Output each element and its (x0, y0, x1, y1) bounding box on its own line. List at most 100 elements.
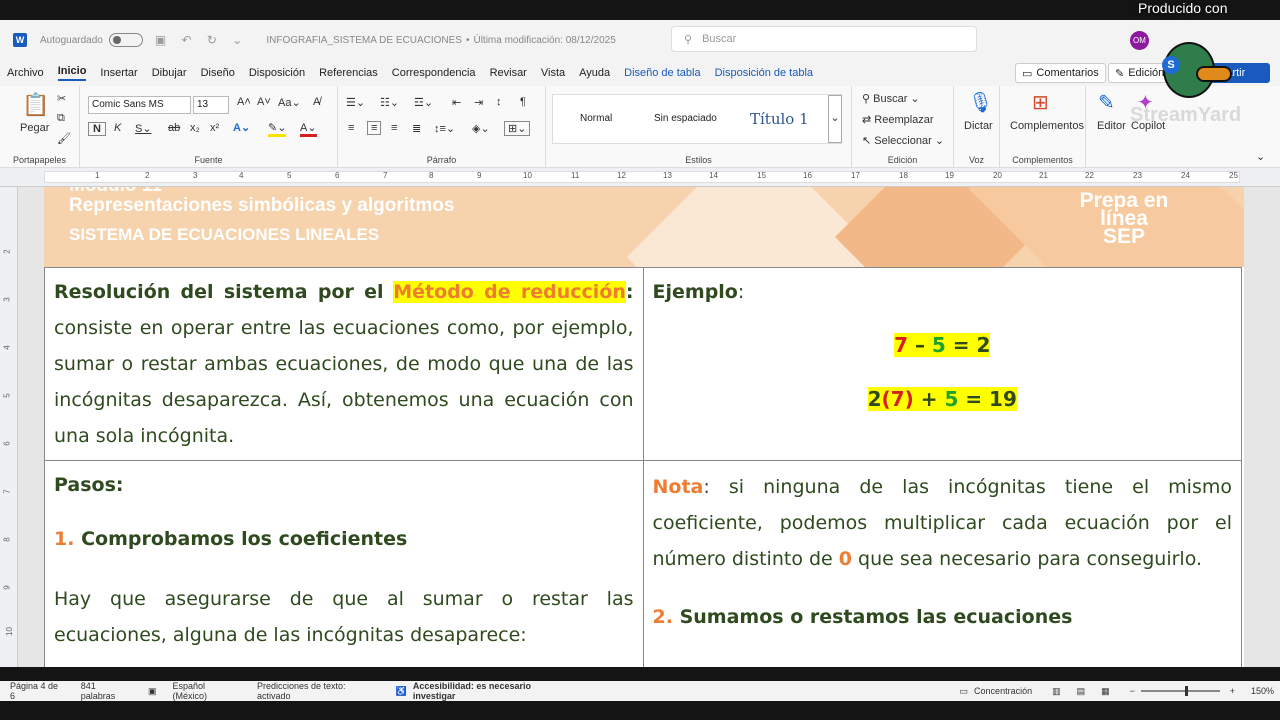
menu-correspondencia[interactable]: Correspondencia (392, 67, 476, 79)
increase-indent-icon[interactable]: ⇥ (474, 96, 483, 109)
menu-disposicion[interactable]: Disposición (249, 67, 305, 79)
menu-insertar[interactable]: Insertar (100, 67, 137, 79)
align-right-icon[interactable]: ≡ (391, 122, 397, 134)
zoom-slider[interactable] (1140, 686, 1220, 696)
subscript-icon[interactable]: x₂ (190, 122, 200, 134)
replace-button[interactable]: ⇄ Reemplazar (862, 113, 934, 126)
align-left-icon[interactable]: ≡ (348, 122, 354, 134)
language[interactable]: Español (México) (173, 681, 241, 701)
menu-diseno[interactable]: Diseño (201, 67, 235, 79)
menu-dibujar[interactable]: Dibujar (152, 67, 187, 79)
focus-mode[interactable]: Concentración (974, 686, 1032, 696)
vertical-ruler[interactable]: 2 3 4 5 6 7 8 9 10 (0, 187, 18, 667)
editor-button[interactable]: Editor (1097, 120, 1126, 132)
eq1-result: = 2 (945, 333, 991, 357)
bold-icon[interactable]: N (88, 122, 106, 136)
show-marks-icon[interactable]: ¶ (520, 96, 526, 108)
microphone-icon[interactable]: 🎙 (968, 90, 993, 115)
zoom-thumb[interactable] (1184, 686, 1188, 696)
steps-cell[interactable]: Pasos: 1. Comprobamos los coeficientes H… (44, 460, 644, 667)
style-normal[interactable]: Normal (580, 113, 612, 124)
s-badge-icon: S (1162, 56, 1180, 74)
comments-button[interactable]: ▭ Comentarios (1015, 63, 1106, 83)
zoom-level[interactable]: 150% (1251, 686, 1274, 696)
copy-icon[interactable]: ⧉ (57, 112, 65, 125)
decrease-indent-icon[interactable]: ⇤ (452, 96, 461, 109)
top-black-bar (0, 0, 1280, 20)
addins-button[interactable]: Complementos (1010, 120, 1084, 132)
note-cell[interactable]: Nota: si ninguna de las incógnitas tiene… (642, 460, 1243, 667)
search-box[interactable]: ⚲ Buscar (671, 26, 977, 52)
read-mode-icon[interactable]: ▥ (1052, 686, 1061, 697)
borders-icon[interactable]: ⊞⌄ (504, 121, 531, 136)
multilevel-list-icon[interactable]: ☲⌄ (414, 96, 433, 109)
italic-icon[interactable]: K (114, 122, 121, 134)
web-layout-icon[interactable]: ▦ (1101, 686, 1110, 697)
find-button[interactable]: ⚲ Buscar ⌄ (862, 92, 920, 105)
numbering-icon[interactable]: ☷⌄ (380, 96, 399, 109)
grow-font-icon[interactable]: A˄ (237, 96, 251, 108)
select-button[interactable]: ↖ Seleccionar ⌄ (862, 134, 944, 147)
change-case-icon[interactable]: Aa⌄ (278, 96, 301, 109)
font-name-select[interactable]: Comic Sans MS (88, 96, 191, 114)
collapse-ribbon-icon[interactable]: ⌄ (1256, 150, 1265, 163)
underline-icon[interactable]: S⌄ (135, 122, 152, 135)
line-spacing-icon[interactable]: ↕≡⌄ (434, 122, 455, 135)
zoom-in-icon[interactable]: + (1230, 686, 1235, 696)
autosave-toggle[interactable] (108, 33, 143, 47)
superscript-icon[interactable]: x² (210, 122, 219, 134)
menu-diseno-tabla[interactable]: Diseño de tabla (624, 67, 700, 79)
bullets-icon[interactable]: ☰⌄ (346, 96, 365, 109)
document-page[interactable]: Módulo 11 Representaciones simbólicas y … (44, 187, 1244, 667)
style-heading-1[interactable]: Título 1 (750, 110, 809, 128)
font-size-select[interactable]: 13 (193, 96, 229, 114)
font-color-icon[interactable]: A⌄ (300, 121, 317, 137)
highlight-icon[interactable]: ✎⌄ (268, 121, 287, 137)
menu-archivo[interactable]: Archivo (7, 67, 44, 79)
accessibility-icon: ♿ (395, 685, 407, 696)
proofing-icon[interactable]: ▣ (148, 686, 157, 697)
word-count[interactable]: 841 palabras (81, 681, 132, 701)
text-predictions[interactable]: Predicciones de texto: activado (257, 681, 380, 701)
menu-referencias[interactable]: Referencias (319, 67, 378, 79)
cursor-icon: ↖ (862, 135, 875, 147)
editor-icon[interactable]: ✎ (1098, 90, 1115, 115)
focus-icon[interactable]: ▭ (960, 686, 969, 697)
format-painter-icon[interactable]: 🖌 (57, 132, 71, 145)
comments-label: Comentarios (1036, 67, 1099, 79)
text-effects-icon[interactable]: A⌄ (233, 121, 250, 134)
clipboard-group-label: Portapapeles (12, 155, 67, 165)
example-label: Ejemplo (652, 281, 738, 303)
addins-icon[interactable]: ⊞ (1032, 90, 1049, 115)
page-count[interactable]: Página 4 de 6 (10, 681, 65, 701)
definition-cell[interactable]: Resolución del sistema por el Método de … (44, 267, 644, 461)
horizontal-ruler[interactable]: 1 2 3 4 5 6 7 8 9 10 11 12 13 14 15 16 1… (0, 168, 1280, 187)
strikethrough-icon[interactable]: ab (168, 122, 180, 134)
menu-inicio[interactable]: Inicio (57, 65, 87, 81)
zoom-out-icon[interactable]: − (1130, 686, 1135, 696)
shrink-font-icon[interactable]: A˅ (257, 96, 271, 108)
menu-ayuda[interactable]: Ayuda (579, 67, 610, 79)
menu-vista[interactable]: Vista (541, 67, 565, 79)
clear-format-icon[interactable]: A̸ (313, 96, 320, 108)
print-layout-icon[interactable]: ▤ (1077, 686, 1086, 697)
paste-label[interactable]: Pegar (20, 122, 49, 134)
align-center-icon[interactable]: ≡ (367, 121, 382, 135)
menu-disposicion-tabla[interactable]: Disposición de tabla (715, 67, 813, 79)
paste-icon[interactable]: 📋 (22, 92, 49, 118)
styles-more-icon[interactable]: ⌄ (828, 95, 842, 143)
document-title[interactable]: INFOGRAFIA_SISTEMA DE ECUACIONES (266, 35, 462, 46)
example-cell[interactable]: Ejemplo: 7 – 5 = 2 2(7) + 5 = 19 (642, 267, 1243, 461)
equation-1: 7 – 5 = 2 (653, 318, 1232, 372)
select-label: Seleccionar (874, 135, 932, 147)
shading-icon[interactable]: ◈⌄ (472, 122, 490, 135)
accessibility-status[interactable]: Accesibilidad: es necesario investigar (413, 681, 574, 701)
style-no-spacing[interactable]: Sin espaciado (654, 113, 717, 124)
avatar[interactable]: OM (1130, 31, 1149, 50)
justify-icon[interactable]: ≣ (412, 122, 421, 135)
sort-icon[interactable]: ↕ (496, 96, 502, 108)
dictate-button[interactable]: Dictar (964, 120, 993, 132)
cut-icon[interactable]: ✂ (57, 92, 66, 105)
menu-revisar[interactable]: Revisar (490, 67, 527, 79)
quick-access-icons[interactable]: ▣ ↶ ↻ ⌄ (155, 33, 249, 47)
